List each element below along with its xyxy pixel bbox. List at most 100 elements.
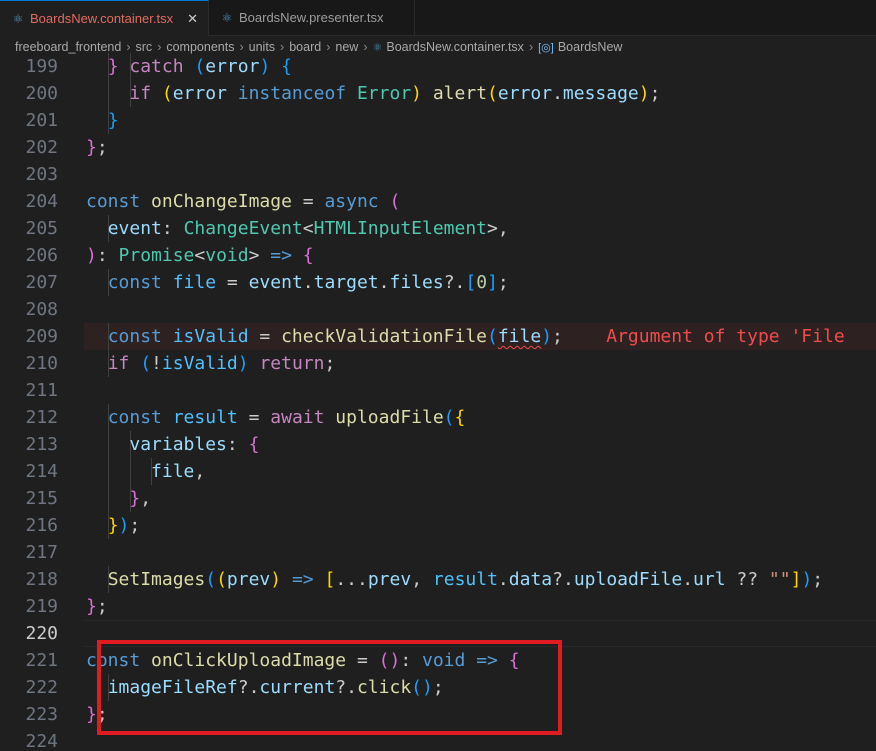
code-line[interactable]: 216 }); (0, 512, 876, 539)
code-token: ( (140, 353, 152, 374)
code-line[interactable]: 210 if (!isValid) return; (0, 350, 876, 377)
code-line[interactable]: 220 (0, 620, 876, 647)
code-token: ( (389, 191, 401, 212)
code-token: file (497, 326, 542, 347)
code-token: error (497, 83, 553, 104)
code-token: ] (790, 569, 802, 590)
code-token: , (194, 461, 206, 482)
code-line[interactable]: 222 imageFileRef?.current?.click(); (0, 674, 876, 701)
code-token: ! (151, 353, 162, 374)
breadcrumb-item[interactable]: BoardsNew (558, 40, 623, 54)
code-line[interactable]: 206): Promise<void> => { (0, 242, 876, 269)
code-line[interactable]: 201 } (0, 107, 876, 134)
code-token: , (497, 218, 509, 239)
code-line[interactable]: 224 (0, 728, 876, 751)
code-text: event: ChangeEvent<HTMLInputElement>, (86, 215, 509, 242)
code-token: ; (497, 272, 509, 293)
breadcrumb-item[interactable]: units (249, 40, 275, 54)
code-line[interactable]: 221 const onClickUploadImage = (): void =… (0, 647, 876, 674)
code-token: ( (216, 569, 227, 590)
code-token: ?. (335, 677, 357, 698)
code-token: => (270, 245, 303, 266)
code-line[interactable]: 223}; (0, 701, 876, 728)
code-token: event (107, 218, 162, 239)
line-number: 206 (25, 245, 58, 266)
code-token: ( (487, 326, 498, 347)
current-line-highlight (84, 620, 876, 647)
code-token: imageFileRef (107, 677, 238, 698)
code-token: . (552, 83, 563, 104)
code-token: message (562, 83, 639, 104)
code-token: checkValidationFile (281, 326, 487, 347)
code-token: ; (96, 704, 108, 725)
code-token: ) (118, 515, 130, 536)
line-number: 200 (25, 83, 58, 104)
code-token: files (389, 272, 444, 293)
line-number: 218 (25, 569, 58, 590)
code-token: } (86, 704, 97, 725)
code-token: ) (541, 326, 553, 347)
code-token: ( (194, 56, 206, 77)
inline-error-message: Argument of type 'File (562, 326, 845, 347)
breadcrumb-item[interactable]: BoardsNew.container.tsx (386, 40, 524, 54)
line-number: 217 (25, 542, 58, 563)
code-editor[interactable]: 199 } catch (error) {200 if (error insta… (0, 53, 876, 751)
code-token: = (237, 407, 271, 428)
breadcrumb-item[interactable]: board (289, 40, 321, 54)
code-line[interactable]: 199 } catch (error) { (0, 53, 876, 80)
code-line[interactable]: 214 file, (0, 458, 876, 485)
code-text: } catch (error) { (86, 53, 292, 80)
close-icon[interactable]: ✕ (187, 11, 198, 27)
code-line[interactable]: 207 const file = event.target.files?.[0]… (0, 269, 876, 296)
code-line[interactable]: 219}; (0, 593, 876, 620)
code-token: { (454, 407, 466, 428)
breadcrumb-item[interactable]: freeboard_frontend (15, 40, 121, 54)
line-number: 224 (25, 731, 58, 751)
chevron-right-icon: › (363, 40, 368, 54)
code-line[interactable]: 217 (0, 539, 876, 566)
chevron-right-icon: › (239, 40, 244, 54)
code-token: file (151, 461, 195, 482)
tab-boardsnew-presenter[interactable]: ⚛ BoardsNew.presenter.tsx (208, 0, 415, 35)
code-token: [ (465, 272, 477, 293)
line-number: 212 (25, 407, 58, 428)
code-token: HTMLInputElement (313, 218, 488, 239)
code-token: > (487, 218, 498, 239)
code-line[interactable]: 208 (0, 296, 876, 323)
code-token: ChangeEvent (183, 218, 303, 239)
code-token: . (497, 569, 509, 590)
code-token: ; (129, 515, 141, 536)
code-token: data (508, 569, 553, 590)
code-token: => (476, 650, 509, 671)
code-token: catch (129, 56, 195, 77)
code-token: "" (768, 569, 791, 590)
chevron-right-icon: › (528, 40, 534, 54)
code-line[interactable]: 211 (0, 377, 876, 404)
breadcrumb-item[interactable]: src (136, 40, 153, 54)
code-line[interactable]: 212 const result = await uploadFile({ (0, 404, 876, 431)
code-token: variables (129, 434, 227, 455)
code-line[interactable]: 202}; (0, 134, 876, 161)
line-number: 222 (25, 677, 58, 698)
breadcrumb-item[interactable]: new (335, 40, 358, 54)
code-token: ... (335, 569, 368, 590)
tab-boardsnew-container[interactable]: ⚛ BoardsNew.container.tsx ✕ (0, 0, 209, 36)
code-token: , (140, 488, 152, 509)
code-line[interactable]: 205 event: ChangeEvent<HTMLInputElement>… (0, 215, 876, 242)
code-line[interactable]: 204 const onChangeImage = async ( (0, 188, 876, 215)
line-number: 208 (25, 299, 58, 320)
breadcrumb-item[interactable]: components (166, 40, 234, 54)
code-token: event (248, 272, 303, 293)
code-line[interactable]: 209 const isValid = checkValidationFile(… (0, 323, 876, 350)
code-token: ?. (552, 569, 574, 590)
code-token: ) (237, 353, 260, 374)
code-token: 0 (476, 272, 488, 293)
code-line[interactable]: 200 if (error instanceof Error) alert(er… (0, 80, 876, 107)
code-line[interactable]: 218 SetImages((prev) => [...prev, result… (0, 566, 876, 593)
code-line[interactable]: 215 }, (0, 485, 876, 512)
code-line[interactable]: 203 (0, 161, 876, 188)
code-line[interactable]: 213 variables: { (0, 431, 876, 458)
